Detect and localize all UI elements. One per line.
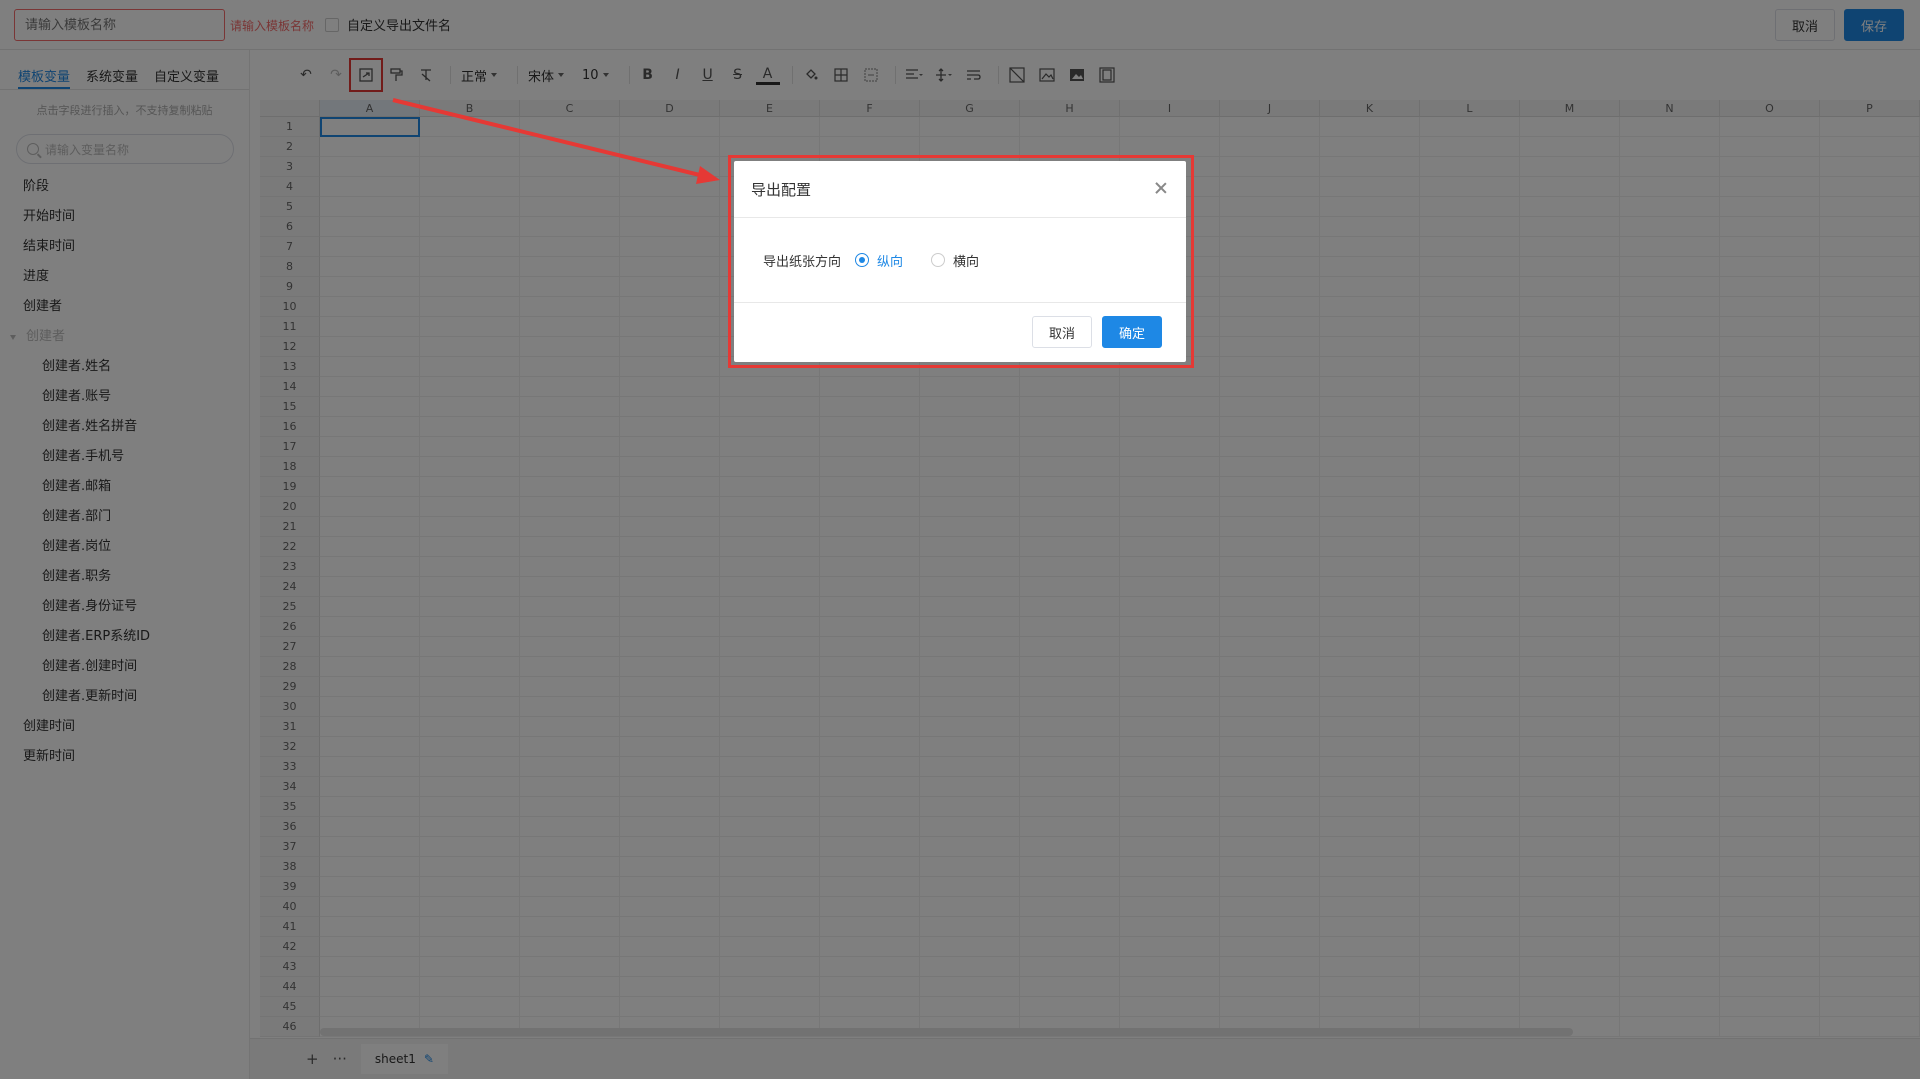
orientation-radio[interactable]: 纵向 — [855, 251, 903, 270]
dialog-title: 导出配置 — [751, 180, 812, 199]
paper-orientation-label: 导出纸张方向 — [763, 254, 842, 270]
orientation-radio-group: 纵向 横向 — [855, 251, 979, 270]
dialog-cancel-button[interactable]: 取消 — [1031, 316, 1092, 348]
radio-circle-icon[interactable] — [931, 253, 946, 267]
dialog-footer: 取消 确定 — [734, 303, 1186, 361]
close-icon[interactable] — [1154, 181, 1168, 195]
export-config-dialog: 导出配置 导出纸张方向 纵向 横向 取消 确定 — [734, 161, 1186, 362]
radio-circle-icon[interactable] — [855, 253, 870, 267]
dialog-header: 导出配置 — [734, 161, 1186, 218]
dialog-body: 导出纸张方向 纵向 横向 — [734, 218, 1186, 303]
radio-label: 横向 — [953, 254, 980, 270]
dialog-confirm-button[interactable]: 确定 — [1101, 316, 1162, 348]
orientation-radio[interactable]: 横向 — [931, 251, 979, 270]
radio-label: 纵向 — [877, 254, 904, 270]
